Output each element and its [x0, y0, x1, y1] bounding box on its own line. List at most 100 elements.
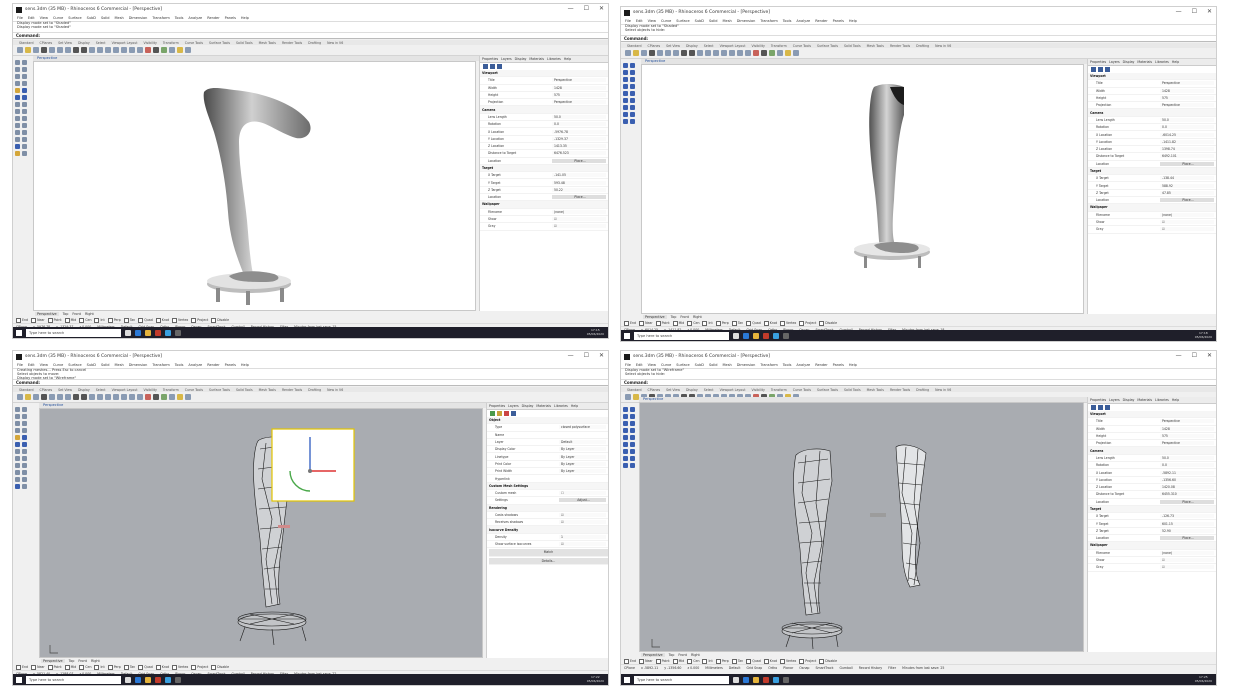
extrude-icon[interactable]: [630, 91, 635, 96]
tab-viewport-layout[interactable]: Viewport Layout: [112, 388, 138, 392]
open-file-icon[interactable]: [633, 50, 639, 56]
panel-button[interactable]: Details...: [489, 557, 608, 565]
menu-curve[interactable]: Curve: [661, 19, 671, 23]
property-button[interactable]: Adjust...: [559, 498, 606, 503]
pan-icon[interactable]: [89, 47, 95, 53]
menu-surface[interactable]: Surface: [676, 19, 689, 23]
status-item[interactable]: Millimeters: [705, 666, 723, 670]
status-item[interactable]: Ortho: [768, 666, 777, 670]
paste-icon[interactable]: [65, 47, 71, 53]
panel-tab-materials[interactable]: Materials: [536, 404, 551, 408]
osnap-toggle[interactable]: Mid: [64, 664, 76, 670]
tab-drafting[interactable]: Drafting: [308, 388, 321, 392]
section-title[interactable]: Object: [487, 418, 553, 422]
fillet-icon[interactable]: [22, 449, 27, 454]
menu-analyze[interactable]: Analyze: [188, 16, 202, 20]
surface-icon[interactable]: [623, 91, 628, 96]
panel-tab-layers[interactable]: Layers: [501, 57, 512, 61]
property-value[interactable]: 6455.310: [1160, 492, 1214, 497]
osnap-toggle[interactable]: Perp: [107, 664, 121, 670]
tab-standard[interactable]: Standard: [627, 388, 642, 392]
pan-icon[interactable]: [697, 50, 703, 56]
menu-help[interactable]: Help: [241, 363, 249, 367]
task-view-icon[interactable]: [125, 329, 131, 336]
menu-analyze[interactable]: Analyze: [796, 363, 810, 367]
windows-start-icon[interactable]: [624, 332, 630, 339]
wireframe-leg-model[interactable]: [40, 409, 483, 658]
osnap-toggle[interactable]: End: [624, 658, 636, 664]
panel-tab-display[interactable]: Display: [522, 404, 534, 408]
zoom-window-icon[interactable]: [113, 394, 119, 400]
section-title[interactable]: Target: [1088, 169, 1154, 173]
property-value[interactable]: ☑: [559, 520, 606, 525]
menu-surface[interactable]: Surface: [676, 363, 689, 367]
rendered-view-icon[interactable]: [145, 394, 151, 400]
tab-viewport-layout[interactable]: Viewport Layout: [720, 44, 746, 48]
property-value[interactable]: 50.0: [1160, 455, 1214, 460]
rhino-taskbar-icon[interactable]: [175, 329, 181, 336]
viewport-tab-top[interactable]: Top: [671, 315, 677, 319]
menu-file[interactable]: File: [625, 363, 631, 367]
mail-icon[interactable]: [773, 332, 779, 339]
polyline-icon[interactable]: [15, 67, 20, 72]
property-value[interactable]: 601.15: [1160, 521, 1214, 526]
object-props-icon[interactable]: [490, 411, 495, 416]
clock[interactable]: 17:25 05/06/2020: [1195, 675, 1212, 683]
extrude-icon[interactable]: [630, 435, 635, 440]
menu-solid[interactable]: Solid: [101, 16, 110, 20]
viewport-tab-right[interactable]: Right: [691, 653, 700, 657]
print-icon[interactable]: [41, 394, 47, 400]
tab-visibility[interactable]: Visibility: [144, 41, 157, 45]
select-icon[interactable]: [623, 63, 628, 68]
viewport-tab-right[interactable]: Right: [85, 312, 94, 316]
viewport-tab-top[interactable]: Top: [69, 659, 75, 663]
copy-icon[interactable]: [665, 50, 671, 56]
boolean-icon[interactable]: [15, 484, 20, 489]
tab-curve-tools[interactable]: Curve Tools: [185, 41, 203, 45]
material-props-icon[interactable]: [1105, 67, 1110, 72]
property-value[interactable]: 575: [552, 93, 606, 98]
menu-subd[interactable]: SubD: [87, 16, 96, 20]
tab-set-view[interactable]: Set View: [58, 388, 72, 392]
maximize-button[interactable]: ☐: [584, 352, 589, 359]
tab-curve-tools[interactable]: Curve Tools: [185, 388, 203, 392]
menu-tools[interactable]: Tools: [175, 363, 184, 367]
edge-icon[interactable]: [135, 676, 141, 683]
rectangle-icon[interactable]: [623, 428, 628, 433]
close-button[interactable]: ✕: [1207, 8, 1212, 15]
undo-icon[interactable]: [73, 47, 79, 53]
gumball-bounding-box[interactable]: [271, 428, 355, 502]
tab-curve-tools[interactable]: Curve Tools: [793, 388, 811, 392]
property-button[interactable]: Place...: [1160, 161, 1214, 166]
osnap-toggle[interactable]: End: [16, 317, 28, 323]
osnap-toggle[interactable]: Point: [655, 320, 670, 326]
menu-dimension[interactable]: Dimension: [129, 363, 148, 367]
dimension-icon[interactable]: [22, 144, 27, 149]
layer-icon[interactable]: [769, 50, 775, 56]
tab-set-view[interactable]: Set View: [666, 388, 680, 392]
tab-new-in-v6[interactable]: New in V6: [327, 388, 343, 392]
osnap-toggle[interactable]: Disable: [819, 658, 837, 664]
minimize-button[interactable]: —: [1176, 8, 1182, 15]
save-icon[interactable]: [33, 47, 39, 53]
property-value[interactable]: By Layer: [559, 469, 606, 474]
osnap-toggle[interactable]: Mid: [64, 317, 76, 323]
osnap-toggle[interactable]: Near: [639, 658, 653, 664]
array-icon[interactable]: [22, 137, 27, 142]
menu-transform[interactable]: Transform: [760, 363, 777, 367]
osnap-toggle[interactable]: End: [624, 320, 636, 326]
panel-tab-help[interactable]: Help: [564, 57, 571, 61]
panel-tab-help[interactable]: Help: [1172, 398, 1179, 402]
point-icon[interactable]: [22, 60, 27, 65]
property-value[interactable]: 575: [1160, 96, 1214, 101]
point-icon[interactable]: [630, 407, 635, 412]
panel-tab-materials[interactable]: Materials: [1137, 60, 1152, 64]
property-value[interactable]: 1398.74: [1160, 147, 1214, 152]
status-item[interactable]: Record History: [859, 666, 882, 670]
tab-display[interactable]: Display: [78, 41, 90, 45]
menu-tools[interactable]: Tools: [783, 19, 792, 23]
command-prompt[interactable]: Command:: [621, 380, 1216, 386]
property-value[interactable]: -1356.60: [1160, 477, 1214, 482]
status-item[interactable]: Planar: [783, 666, 793, 670]
zoom-extents-icon[interactable]: [729, 50, 735, 56]
